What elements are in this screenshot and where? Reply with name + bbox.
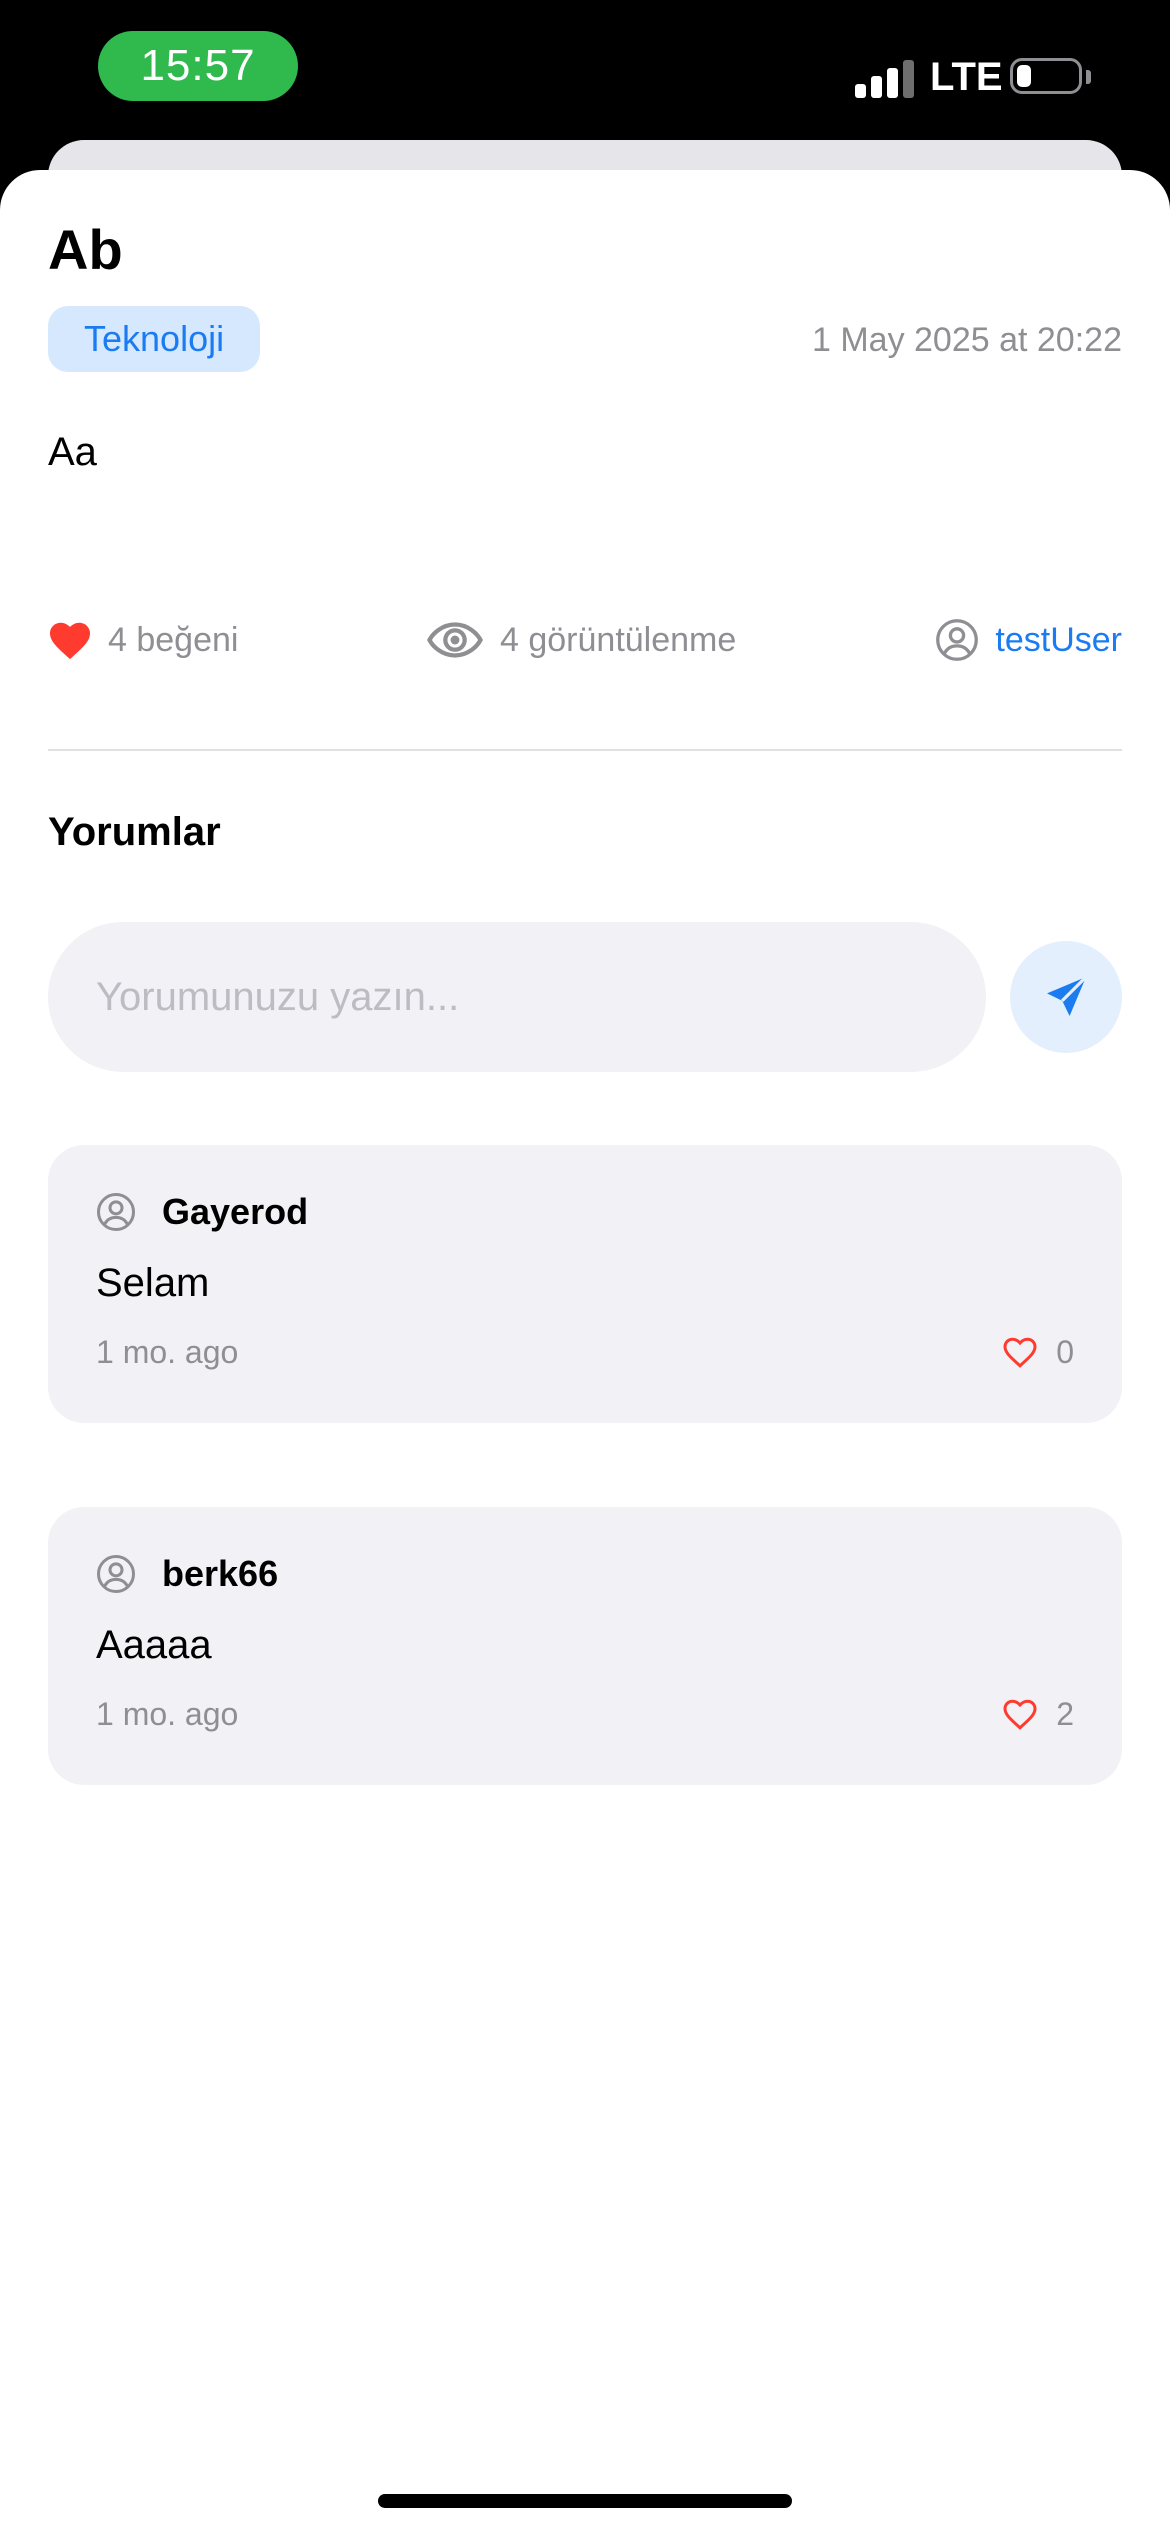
post-body: Aa: [48, 430, 97, 474]
author-link[interactable]: testUser: [995, 621, 1122, 660]
divider: [48, 749, 1122, 751]
comment-header: berk66: [96, 1549, 278, 1599]
person-circle-icon: [97, 1193, 135, 1231]
send-comment-button[interactable]: [1010, 941, 1122, 1053]
post-stats: 4 beğeni 4 görüntülenme testUser: [48, 610, 1122, 670]
eye-icon: [427, 622, 483, 658]
home-indicator[interactable]: [378, 2494, 792, 2508]
post-title: Ab: [48, 218, 123, 281]
network-type: LTE: [930, 55, 1003, 99]
person-circle-icon: [936, 619, 979, 661]
comment-input[interactable]: [48, 922, 986, 1072]
likes-count-label: 4 beğeni: [108, 620, 239, 659]
category-badge[interactable]: Teknoloji: [48, 306, 261, 372]
comment-like-count: 2: [1056, 1695, 1074, 1732]
person-circle-icon: [97, 1555, 135, 1593]
views-count-label: 4 görüntülenme: [500, 620, 737, 659]
post-date: 1 May 2025 at 20:22: [811, 321, 1122, 359]
comments-heading: Yorumlar: [48, 810, 221, 854]
comment-card: berk66 Aaaaa 1 mo. ago 2: [48, 1507, 1122, 1785]
comment-text: Selam: [96, 1261, 210, 1305]
heart-filled-icon: [50, 622, 90, 660]
status-time: 15:57: [98, 31, 298, 101]
author-stat[interactable]: testUser: [935, 610, 1122, 670]
comment-username[interactable]: Gayerod: [162, 1191, 308, 1233]
comment-like-count: 0: [1056, 1333, 1074, 1370]
post-detail-sheet: Ab Teknoloji 1 May 2025 at 20:22 Aa 4 be…: [0, 170, 1170, 2532]
comment-like-button[interactable]: 0: [1002, 1327, 1074, 1377]
heart-outline-icon: [1003, 1337, 1037, 1368]
paper-plane-icon: [1047, 975, 1088, 1016]
heart-outline-icon: [1003, 1699, 1037, 1730]
view-stat: 4 görüntülenme: [426, 610, 736, 670]
comment-text: Aaaaa: [96, 1623, 212, 1667]
cellular-signal-icon: [855, 58, 915, 98]
comment-username[interactable]: berk66: [162, 1553, 278, 1595]
comment-like-button[interactable]: 2: [1002, 1689, 1074, 1739]
comment-time: 1 mo. ago: [96, 1334, 239, 1370]
comment-time: 1 mo. ago: [96, 1696, 239, 1732]
like-stat[interactable]: 4 beğeni: [48, 610, 238, 670]
status-bar: 15:57 LTE: [0, 0, 1170, 160]
comment-header: Gayerod: [96, 1187, 308, 1237]
battery-icon: [1010, 58, 1082, 94]
comment-card: Gayerod Selam 1 mo. ago 0: [48, 1145, 1122, 1423]
